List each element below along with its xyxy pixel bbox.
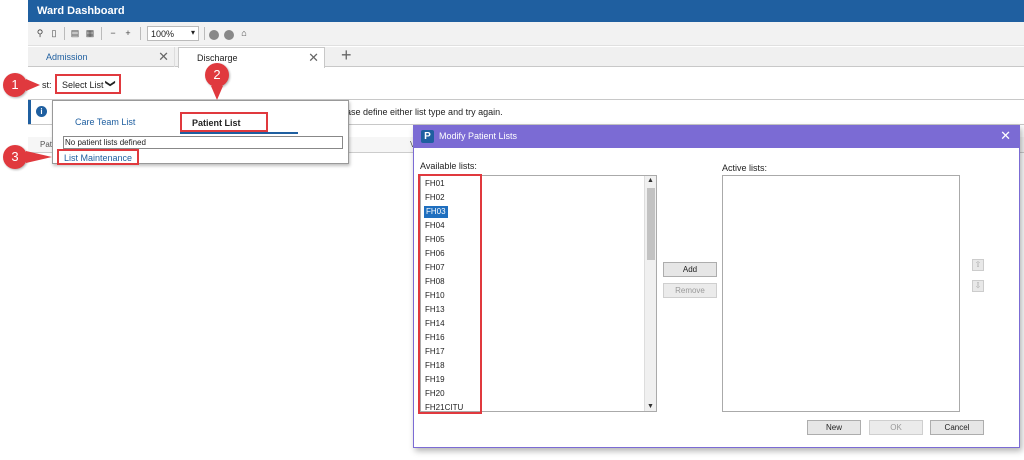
save-icon[interactable]: ▦: [85, 28, 95, 38]
active-lists-box[interactable]: [722, 175, 960, 412]
callout-1: 1: [3, 73, 27, 97]
circle-icon[interactable]: [224, 30, 234, 40]
chevron-down-icon: ❯: [104, 79, 116, 88]
list-dropdown: Care Team List Patient List No patient l…: [52, 100, 349, 165]
move-down-icon[interactable]: ⇩: [972, 280, 984, 292]
empty-list-text: No patient lists defined: [65, 138, 146, 147]
select-list-button[interactable]: Select List ❯: [55, 74, 121, 94]
patient-list-box[interactable]: No patient lists defined: [63, 136, 343, 149]
circle-icon[interactable]: [209, 30, 219, 40]
add-button[interactable]: Add: [663, 262, 717, 277]
close-icon[interactable]: ✕: [308, 50, 319, 66]
callout-3: 3: [3, 145, 27, 169]
print-icon[interactable]: ▤: [70, 28, 80, 38]
tab-label: Discharge: [197, 53, 238, 63]
info-accent: [28, 100, 31, 124]
tab-discharge[interactable]: Discharge ✕: [178, 47, 325, 68]
new-button[interactable]: New: [807, 420, 861, 435]
zoom-value: 100%: [151, 29, 175, 39]
dialog-title-bar[interactable]: P Modify Patient Lists ✕: [414, 126, 1019, 148]
window-title: Ward Dashboard: [37, 5, 125, 17]
cancel-button[interactable]: Cancel: [930, 420, 984, 435]
info-icon: i: [36, 106, 47, 117]
toolbar-separator: [101, 27, 102, 40]
toolbar-separator: [64, 27, 65, 40]
zoom-out-icon[interactable]: −: [108, 28, 118, 38]
scroll-down-icon[interactable]: ▼: [647, 403, 654, 410]
callout-arrow: [211, 86, 223, 100]
modify-patient-lists-dialog: P Modify Patient Lists ✕ Available lists…: [413, 125, 1020, 448]
scrollbar[interactable]: ▲ ▼: [644, 176, 656, 411]
close-icon[interactable]: ✕: [158, 49, 169, 65]
binoculars-icon[interactable]: ⚲: [35, 28, 45, 38]
close-icon[interactable]: ✕: [1000, 128, 1011, 144]
list-maintenance-label: List Maintenance: [64, 153, 133, 163]
title-bar: Ward Dashboard: [28, 0, 1024, 22]
highlight-box: [418, 174, 482, 414]
scroll-up-icon[interactable]: ▲: [647, 177, 654, 184]
zoom-in-icon[interactable]: +: [123, 28, 133, 38]
callout-arrow: [26, 151, 52, 163]
toolbar: ⚲ ▯ ▤ ▦ − + 100% ▾ ⌂: [28, 22, 1024, 46]
callout-arrow: [26, 79, 40, 91]
home-icon[interactable]: ⌂: [239, 28, 249, 38]
active-tab-indicator: [180, 132, 298, 134]
toolbar-separator: [140, 27, 141, 40]
ok-button[interactable]: OK: [869, 420, 923, 435]
callout-2: 2: [205, 63, 229, 87]
active-lists-label: Active lists:: [722, 163, 768, 173]
tab-label: Admission: [46, 52, 88, 62]
tab-bar: Admission ✕ Discharge ✕ +: [28, 45, 1024, 68]
dialog-title: Modify Patient Lists: [439, 131, 518, 141]
patient-list-tab[interactable]: Patient List: [180, 112, 268, 132]
chevron-down-icon: ▾: [190, 28, 195, 37]
scroll-thumb[interactable]: [647, 188, 655, 260]
available-lists-label: Available lists:: [420, 161, 477, 171]
move-up-icon[interactable]: ⇧: [972, 259, 984, 271]
remove-button[interactable]: Remove: [663, 283, 717, 298]
app-logo-icon: P: [421, 130, 434, 143]
zoom-select[interactable]: 100% ▾: [147, 26, 199, 41]
tab-admission[interactable]: Admission ✕: [28, 47, 175, 67]
info-message: ase define either list type and try agai…: [346, 107, 503, 117]
add-tab-icon[interactable]: +: [341, 45, 352, 66]
patient-list-tab-label: Patient List: [192, 118, 241, 128]
select-list-label: Select List: [62, 80, 104, 90]
toolbar-separator: [204, 27, 205, 40]
page-icon[interactable]: ▯: [49, 28, 59, 38]
care-team-list-tab[interactable]: Care Team List: [75, 117, 135, 127]
list-label: st:: [42, 80, 52, 90]
list-maintenance-link[interactable]: List Maintenance: [57, 149, 139, 165]
